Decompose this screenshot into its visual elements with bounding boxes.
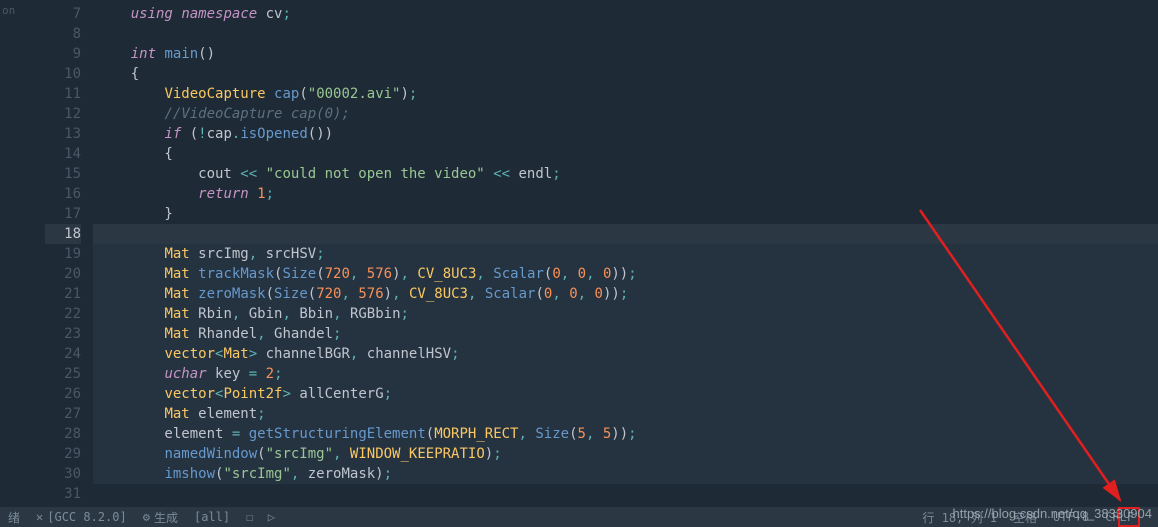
code-line[interactable]: { <box>93 144 1158 164</box>
line-number[interactable]: 14 <box>45 144 81 164</box>
code-line[interactable]: if (!cap.isOpened()) <box>93 124 1158 144</box>
line-number[interactable]: 18 <box>45 224 81 244</box>
line-number[interactable]: 24 <box>45 344 81 364</box>
code-line[interactable]: Mat trackMask(Size(720, 576), CV_8UC3, S… <box>93 264 1158 284</box>
code-line[interactable]: cout << "could not open the video" << en… <box>93 164 1158 184</box>
line-number[interactable]: 25 <box>45 364 81 384</box>
left-strip: on <box>0 0 45 507</box>
code-line[interactable]: vector<Point2f> allCenterG; <box>93 384 1158 404</box>
code-line[interactable]: namedWindow("srcImg", WINDOW_KEEPRATIO); <box>93 444 1158 464</box>
code-line[interactable]: VideoCapture cap("00002.avi"); <box>93 84 1158 104</box>
line-number[interactable]: 17 <box>45 204 81 224</box>
code-line[interactable]: Mat zeroMask(Size(720, 576), CV_8UC3, Sc… <box>93 284 1158 304</box>
line-number[interactable]: 26 <box>45 384 81 404</box>
line-number-gutter[interactable]: 7891011121314151617181920212223242526272… <box>45 0 93 507</box>
line-number[interactable]: 15 <box>45 164 81 184</box>
line-number[interactable]: 23 <box>45 324 81 344</box>
line-number[interactable]: 9 <box>45 44 81 64</box>
status-build[interactable]: ⚙ 生成 <box>143 509 178 526</box>
status-extra[interactable]: ☐ ▷ <box>246 510 275 524</box>
code-line[interactable]: element = getStructuringElement(MORPH_RE… <box>93 424 1158 444</box>
code-line[interactable]: } <box>93 204 1158 224</box>
left-strip-text: on <box>2 4 15 17</box>
status-compiler[interactable]: ✕ [GCC 8.2.0] <box>36 510 127 524</box>
line-number[interactable]: 10 <box>45 64 81 84</box>
line-number[interactable]: 28 <box>45 424 81 444</box>
line-number[interactable]: 21 <box>45 284 81 304</box>
line-number[interactable]: 11 <box>45 84 81 104</box>
code-line[interactable] <box>93 224 1158 244</box>
gear-icon: ⚙ <box>143 510 150 524</box>
status-ready: 绪 <box>8 509 20 526</box>
code-line[interactable] <box>93 24 1158 44</box>
status-target[interactable]: [all] <box>194 510 230 524</box>
watermark: https://blog.csdn.net/qq_38330904 <box>953 506 1153 521</box>
line-number[interactable]: 8 <box>45 24 81 44</box>
hammer-icon: ✕ <box>36 510 43 524</box>
line-number[interactable]: 19 <box>45 244 81 264</box>
line-number[interactable]: 31 <box>45 484 81 504</box>
code-line[interactable]: Mat Rbin, Gbin, Bbin, RGBbin; <box>93 304 1158 324</box>
line-number[interactable]: 29 <box>45 444 81 464</box>
code-line[interactable]: Mat element; <box>93 404 1158 424</box>
code-line[interactable]: imshow("srcImg", zeroMask); <box>93 464 1158 484</box>
line-number[interactable]: 16 <box>45 184 81 204</box>
code-line[interactable]: uchar key = 2; <box>93 364 1158 384</box>
code-line[interactable]: Mat Rhandel, Ghandel; <box>93 324 1158 344</box>
code-line[interactable]: { <box>93 64 1158 84</box>
line-number[interactable]: 22 <box>45 304 81 324</box>
line-number[interactable]: 12 <box>45 104 81 124</box>
code-area[interactable]: using namespace cv; int main() { VideoCa… <box>93 0 1158 507</box>
code-editor[interactable]: on 7891011121314151617181920212223242526… <box>0 0 1158 507</box>
code-line[interactable]: //VideoCapture cap(0); <box>93 104 1158 124</box>
code-line[interactable] <box>93 484 1158 504</box>
code-line[interactable]: vector<Mat> channelBGR, channelHSV; <box>93 344 1158 364</box>
line-number[interactable]: 13 <box>45 124 81 144</box>
line-number[interactable]: 20 <box>45 264 81 284</box>
code-line[interactable]: int main() <box>93 44 1158 64</box>
line-number[interactable]: 30 <box>45 464 81 484</box>
code-line[interactable]: Mat srcImg, srcHSV; <box>93 244 1158 264</box>
code-line[interactable]: return 1; <box>93 184 1158 204</box>
code-line[interactable]: using namespace cv; <box>93 4 1158 24</box>
line-number[interactable]: 27 <box>45 404 81 424</box>
line-number[interactable]: 7 <box>45 4 81 24</box>
